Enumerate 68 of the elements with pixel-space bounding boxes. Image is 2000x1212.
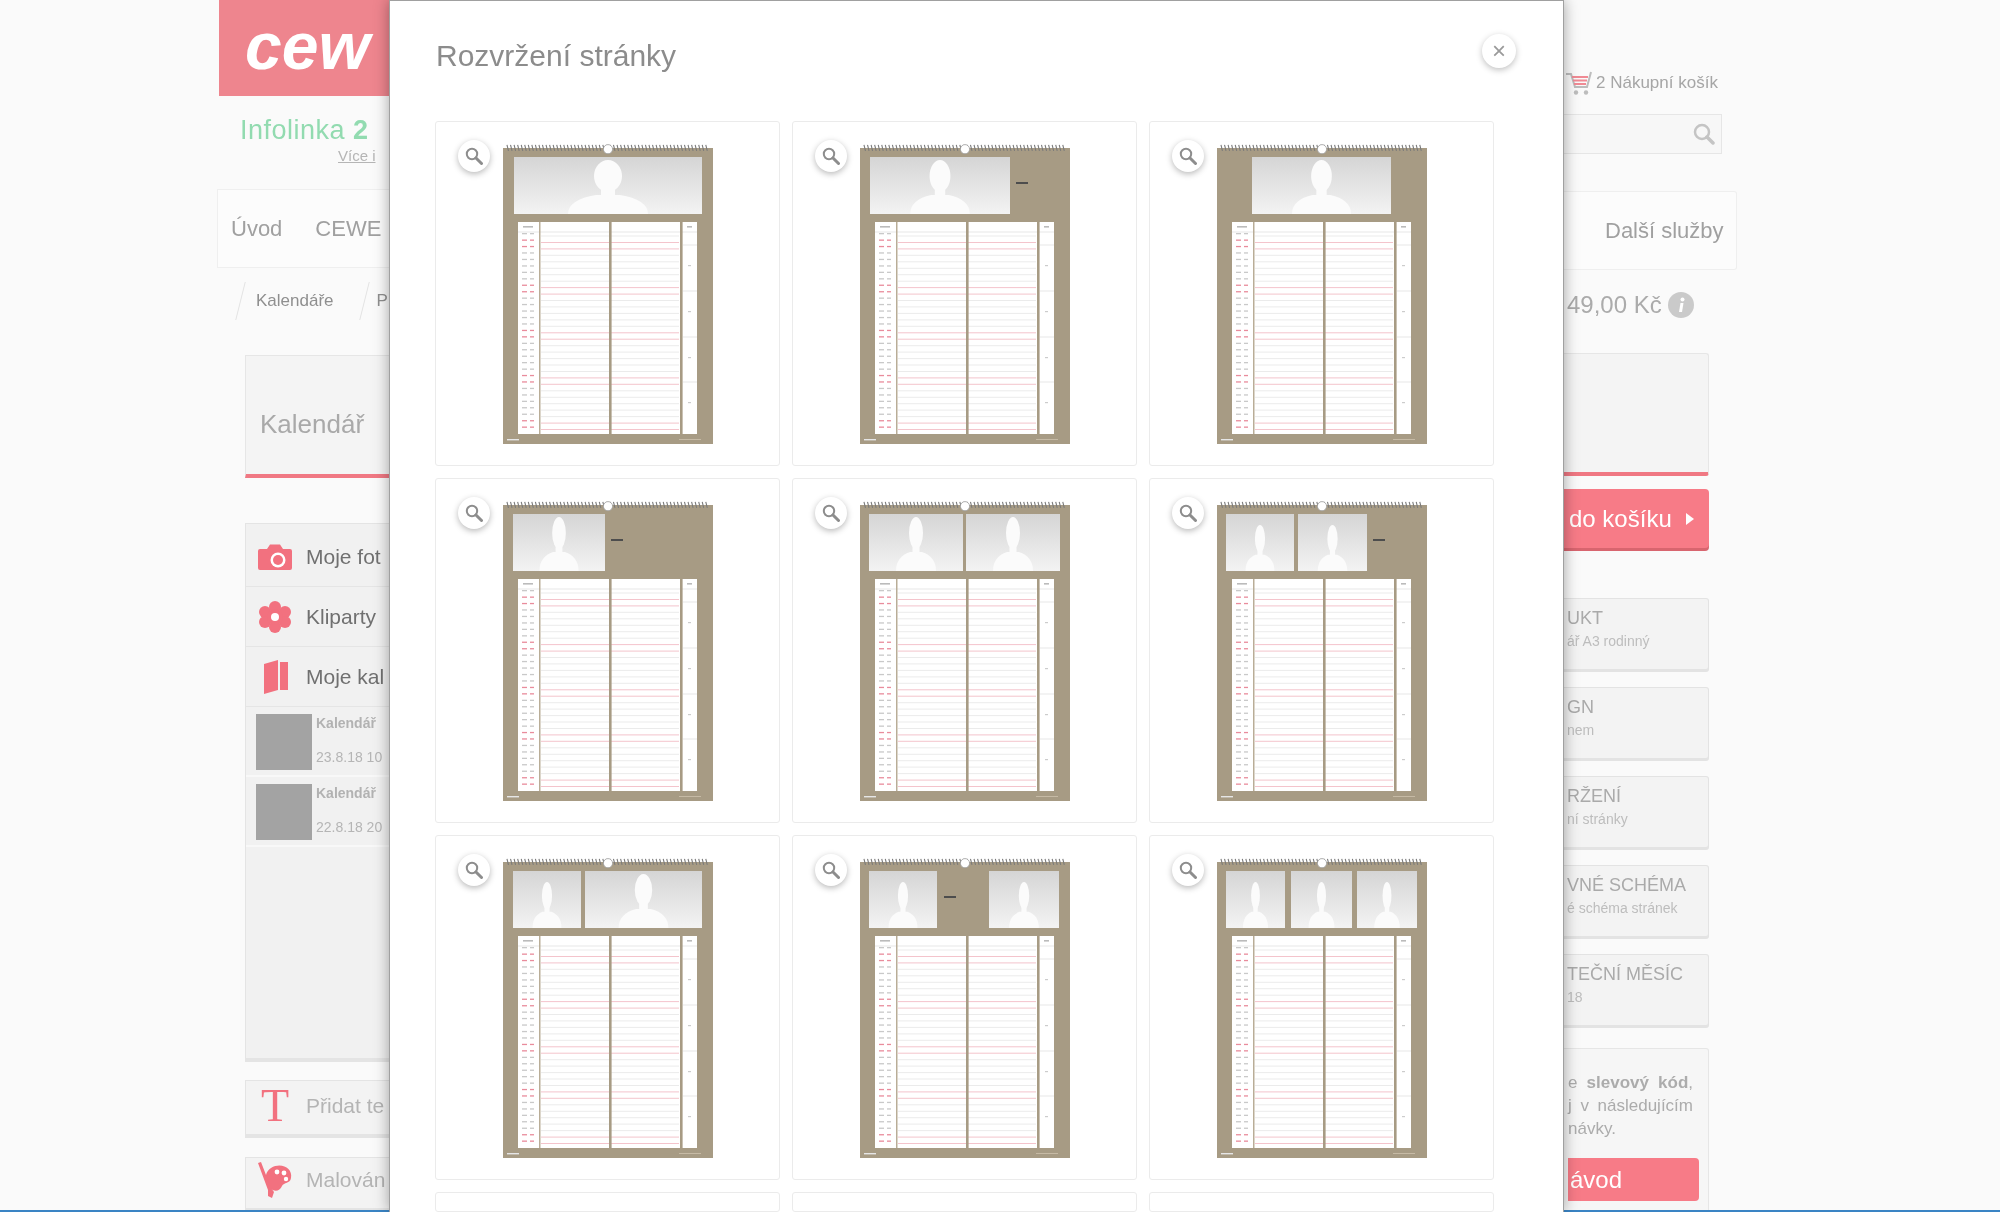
photo-placeholder — [256, 714, 312, 770]
product-title: Kalendář — [260, 409, 365, 439]
nav-link[interactable]: CEWE — [315, 215, 382, 242]
zoom-button[interactable] — [458, 497, 490, 529]
zoom-button[interactable] — [1172, 854, 1204, 886]
palette-icon — [257, 1162, 293, 1198]
layout-card[interactable] — [1149, 121, 1494, 466]
layout-card[interactable] — [792, 478, 1137, 823]
nav-link[interactable]: Úvod — [231, 215, 283, 242]
option-title: VNÉ SCHÉMA — [1567, 874, 1687, 897]
project-name: Kalendář — [316, 784, 376, 802]
breadcrumb-link[interactable]: P — [376, 291, 388, 311]
zoom-button[interactable] — [458, 140, 490, 172]
project-date: 22.8.18 20 — [316, 818, 383, 836]
price-text: 49,00 Kč — [1566, 291, 1662, 319]
tool-button[interactable]: Malován — [245, 1157, 389, 1209]
layout-card[interactable] — [1149, 835, 1494, 1180]
search-icon — [1693, 123, 1715, 145]
option-title: TEČNÍ MĚSÍC — [1567, 962, 1683, 986]
magnifier-icon — [465, 504, 483, 522]
magnifier-icon — [822, 147, 840, 165]
zoom-button[interactable] — [815, 140, 847, 172]
cart-icon — [1566, 71, 1592, 95]
option-title: GN — [1567, 696, 1594, 719]
hotline-text: Infolinka 2 — [240, 114, 369, 147]
layout-card[interactable] — [1149, 478, 1494, 823]
layout-card[interactable] — [435, 478, 780, 823]
zoom-button[interactable] — [1172, 140, 1204, 172]
guide-button[interactable]: ávod — [1568, 1158, 1699, 1201]
sidebar-item[interactable]: Moje kal — [246, 647, 389, 707]
layout-card[interactable] — [435, 121, 780, 466]
magnifier-icon — [822, 504, 840, 522]
flower-icon — [259, 600, 291, 633]
option-title: RŽENÍ — [1567, 785, 1621, 808]
magnifier-icon — [1179, 861, 1197, 879]
add-to-cart-button[interactable]: do košíku — [1564, 489, 1709, 548]
project-date: 23.8.18 10 — [316, 748, 383, 766]
sidebar-item[interactable]: Moje fot — [246, 527, 389, 587]
magnifier-icon — [465, 147, 483, 165]
book-icon — [262, 659, 288, 694]
layout-card[interactable] — [435, 835, 780, 1180]
info-icon — [1667, 292, 1694, 318]
text-icon: T — [260, 1085, 290, 1126]
magnifier-icon — [822, 861, 840, 879]
camera-icon — [257, 542, 293, 571]
zoom-button[interactable] — [815, 854, 847, 886]
zoom-button[interactable] — [458, 854, 490, 886]
caret-icon — [1686, 512, 1694, 525]
photo-placeholder — [256, 784, 312, 840]
magnifier-icon — [1179, 147, 1197, 165]
magnifier-icon — [1179, 504, 1197, 522]
zoom-button[interactable] — [1172, 497, 1204, 529]
close-button[interactable]: × — [1482, 34, 1516, 68]
breadcrumb-link[interactable]: Kalendáře — [256, 291, 334, 311]
search-field[interactable] — [1564, 114, 1722, 154]
zoom-button[interactable] — [815, 497, 847, 529]
nav-link[interactable]: Další služby — [1605, 217, 1724, 244]
layout-card[interactable] — [792, 835, 1137, 1180]
project-name: Kalendář — [316, 714, 376, 732]
dialog-title: Rozvržení stránky — [436, 38, 677, 74]
layout-card[interactable] — [792, 121, 1137, 466]
tool-button[interactable]: T Přidat te — [245, 1080, 389, 1135]
magnifier-icon — [465, 861, 483, 879]
cart-link[interactable]: 2 Nákupní košík — [1566, 71, 1718, 95]
logo[interactable]: cew — [219, 0, 389, 96]
sidebar-item[interactable]: Kliparty — [246, 587, 389, 647]
discount-text: e slevový kód, j v následujícím návky. — [1568, 1072, 1693, 1140]
option-title: UKT — [1567, 607, 1603, 630]
